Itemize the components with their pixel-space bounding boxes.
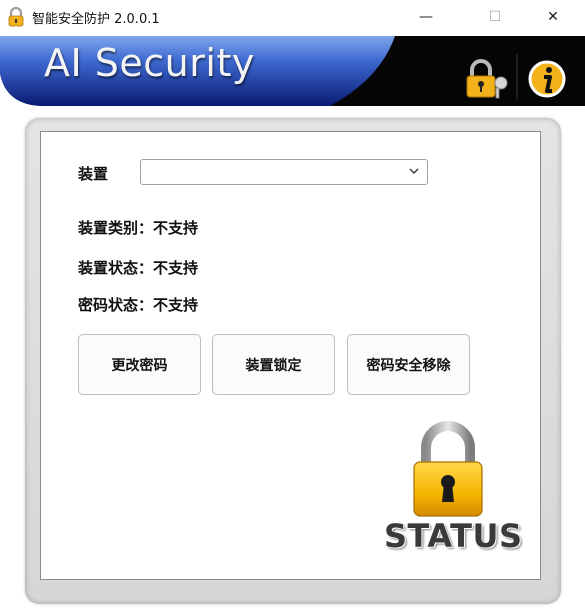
change-password-button[interactable]: 更改密码 [78,334,201,395]
change-password-label: 更改密码 [111,357,168,374]
minimize-icon: — [419,9,433,25]
password-state-label: 密码状态： [78,296,154,314]
app-window: 智能安全防护 2.0.0.1 — ☐ ✕ AI Security 装置 装置类别… [0,0,585,612]
password-state-row: 密码状态：不支持 [78,294,198,315]
maximize-icon: ☐ [488,9,502,25]
lock-device-button[interactable]: 装置锁定 [212,334,335,395]
lock-key-icon[interactable] [463,55,511,103]
device-state-row: 装置状态：不支持 [78,257,198,278]
app-lock-icon [8,7,24,27]
info-icon[interactable] [523,55,571,103]
maximize-button[interactable]: ☐ [472,0,518,34]
device-type-row: 装置类别：不支持 [78,217,198,238]
device-dropdown[interactable] [140,159,428,185]
title-bar[interactable]: 智能安全防护 2.0.0.1 — ☐ ✕ [0,0,585,34]
close-icon: ✕ [547,9,559,25]
lock-device-label: 装置锁定 [245,357,302,374]
padlock-icon [413,421,483,517]
secure-remove-password-button[interactable]: 密码安全移除 [347,334,470,395]
banner-title: AI Security [44,41,255,85]
window-title: 智能安全防护 2.0.0.1 [32,12,160,27]
secure-remove-password-label: 密码安全移除 [366,357,451,374]
device-type-value: 不支持 [153,219,199,237]
close-button[interactable]: ✕ [530,0,576,34]
chevron-down-icon [409,168,419,174]
minimize-button[interactable]: — [403,0,449,34]
device-label: 装置 [78,165,109,183]
status-label: STATUS [384,517,523,555]
device-state-label: 装置状态： [78,259,154,277]
password-state-value: 不支持 [153,296,199,314]
device-type-label: 装置类别： [78,219,154,237]
device-state-value: 不支持 [153,259,199,277]
